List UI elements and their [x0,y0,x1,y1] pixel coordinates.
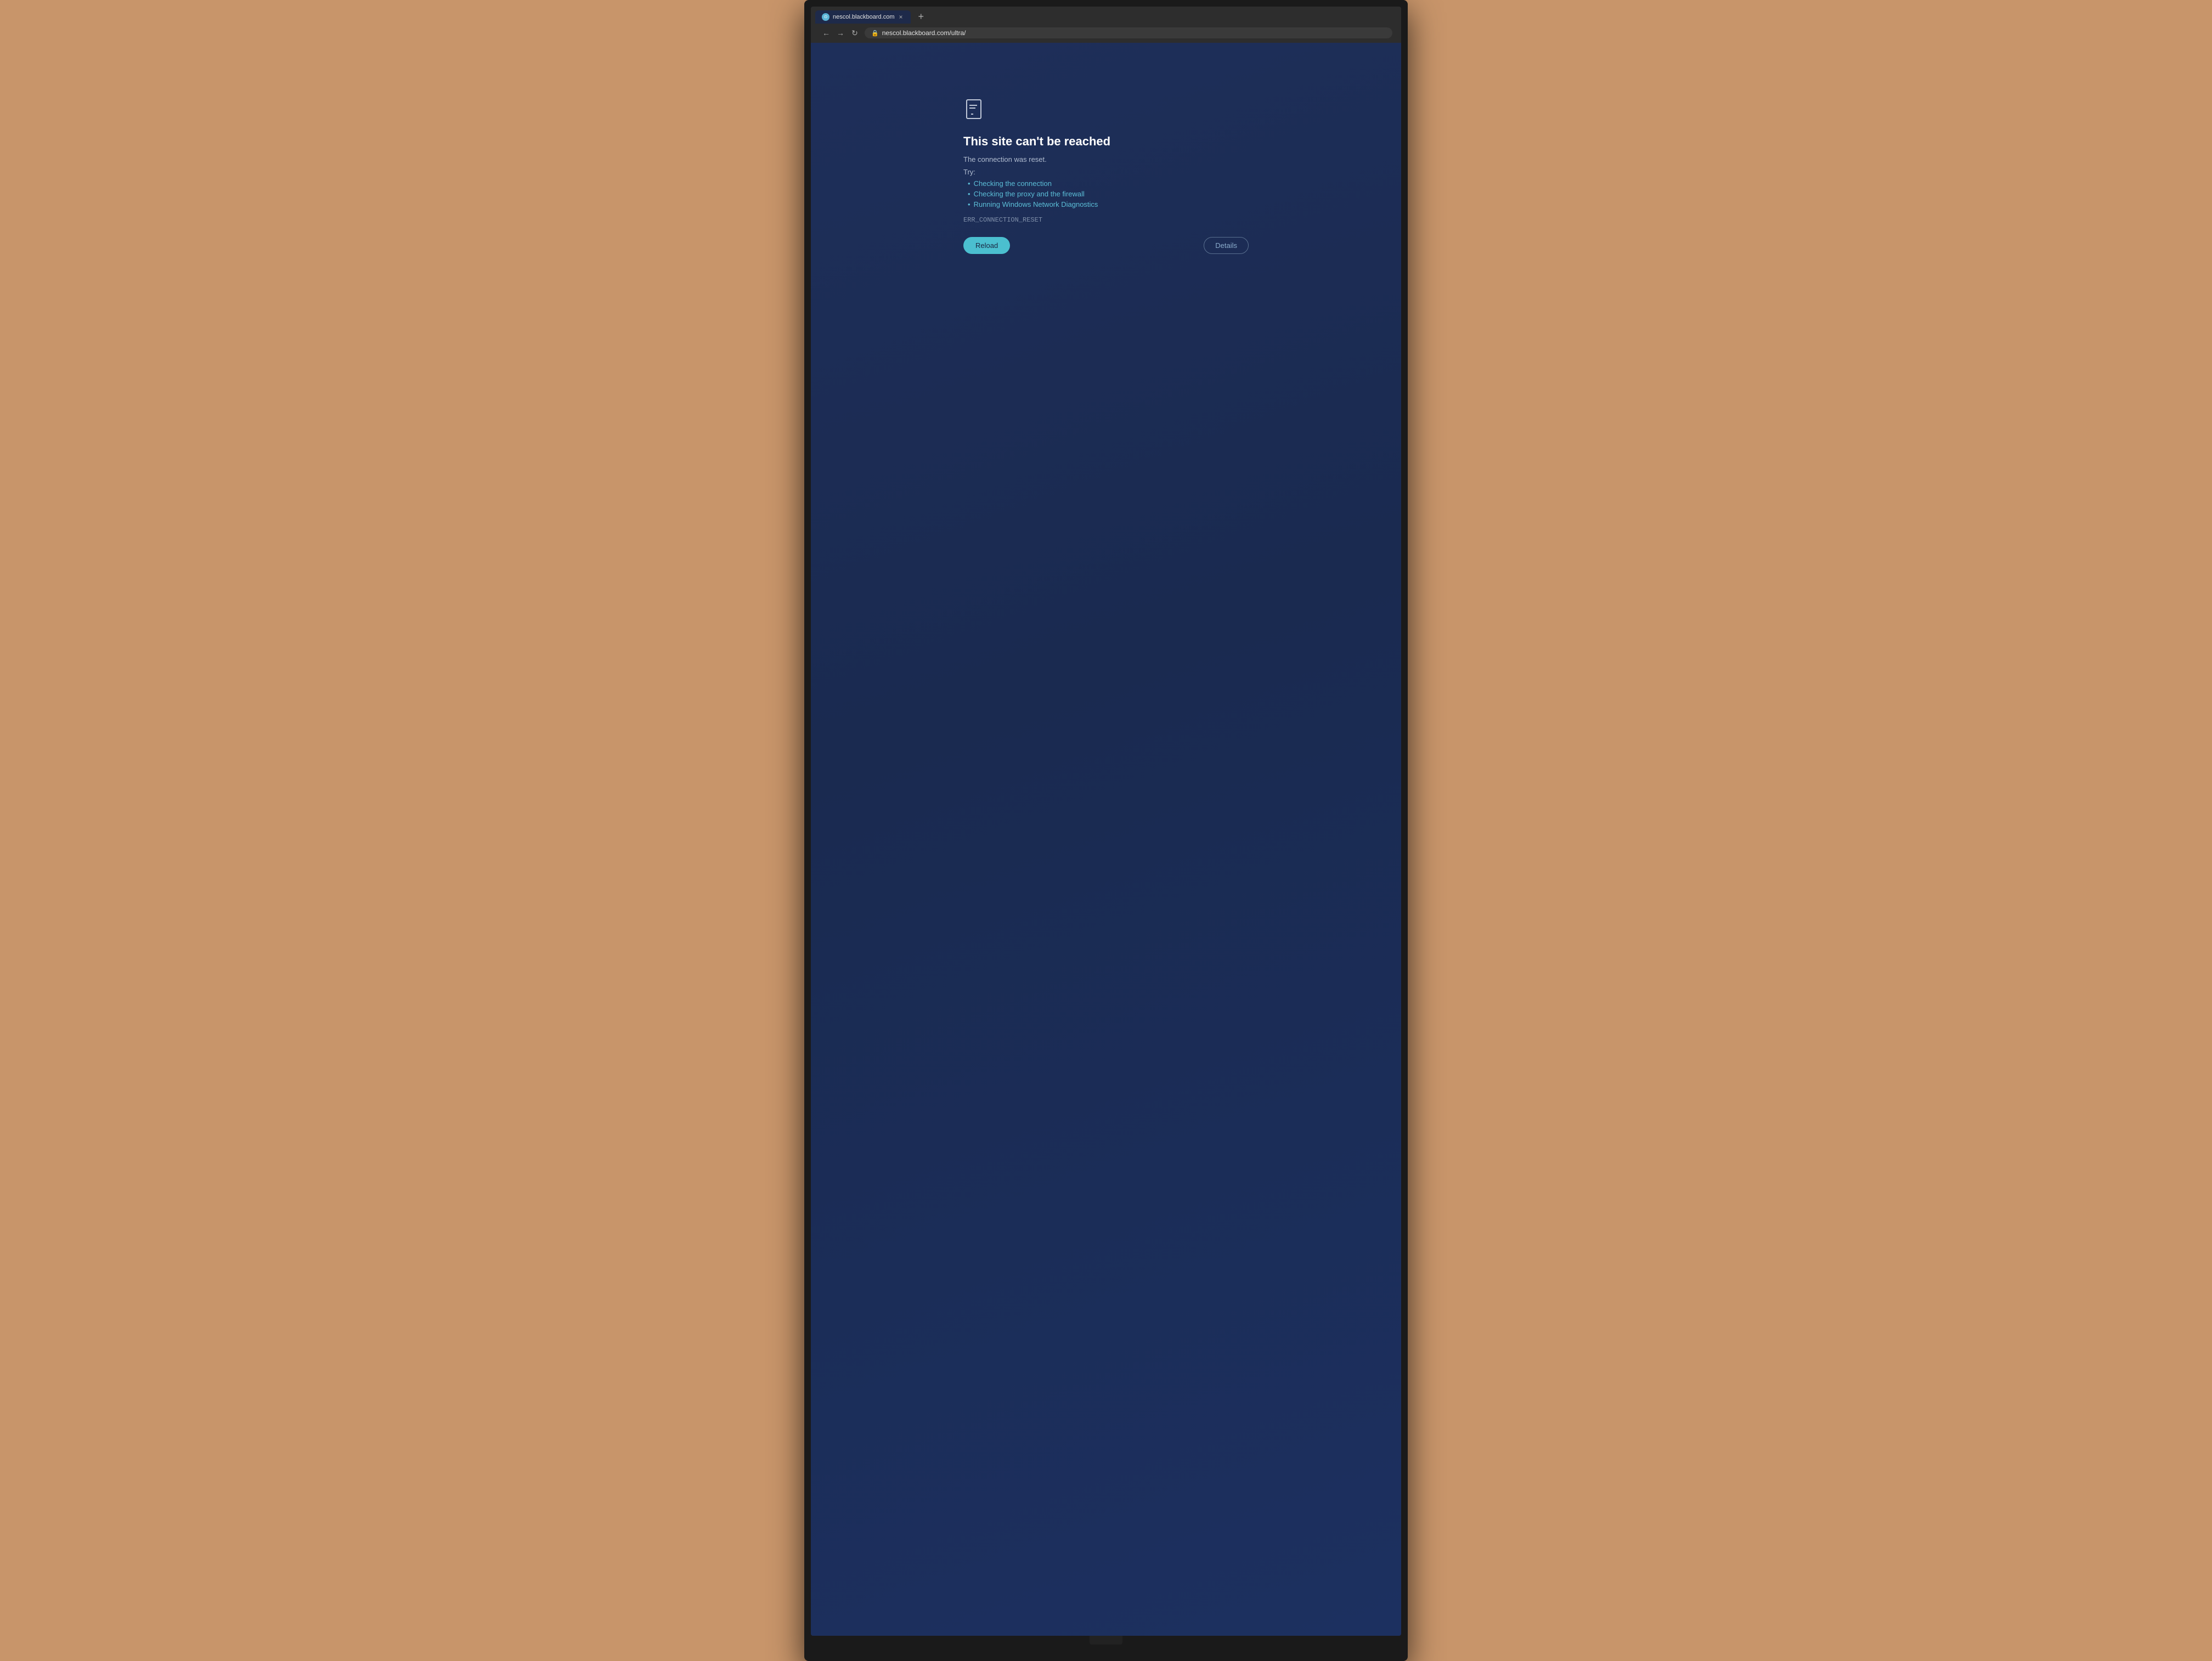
tab-bar: ⊙ nescol.blackboard.com × + [815,10,1397,24]
suggestion-1-text: Checking the connection [974,179,1052,188]
address-bar[interactable]: 🔒 nescol.blackboard.com/ultra/ [865,27,1392,38]
monitor-stand [1090,1636,1122,1645]
reload-button[interactable]: Reload [963,237,1010,254]
suggestion-1[interactable]: Checking the connection [968,179,1249,188]
monitor: ⊙ nescol.blackboard.com × + ← → ↻ 🔒 nesc… [804,0,1408,1661]
back-button[interactable]: ← [820,26,833,39]
address-bar-row: ← → ↻ 🔒 nescol.blackboard.com/ultra/ [815,24,1397,43]
forward-button[interactable]: → [834,26,847,39]
new-tab-button[interactable]: + [915,10,928,24]
error-suggestions-list: Checking the connection Checking the pro… [963,179,1249,208]
favicon-icon: ⊙ [824,14,828,19]
suggestion-3-text: Running Windows Network Diagnostics [974,200,1098,208]
url-text: nescol.blackboard.com/ultra/ [882,29,1386,37]
suggestion-2-text: Checking the proxy and the firewall [974,190,1085,198]
reload-button-nav[interactable]: ↻ [848,26,861,39]
error-icon [963,98,1249,123]
nav-arrows: ← → ↻ [820,26,861,39]
tab-close-button[interactable]: × [898,14,904,20]
error-page: This site can't be reached The connectio… [811,43,1401,1636]
details-button[interactable]: Details [1204,237,1249,254]
error-content: This site can't be reached The connectio… [963,76,1249,254]
active-tab[interactable]: ⊙ nescol.blackboard.com × [815,10,911,24]
error-code: ERR_CONNECTION_RESET [963,216,1249,224]
monitor-screen: ⊙ nescol.blackboard.com × + ← → ↻ 🔒 nesc… [811,7,1401,1636]
button-row: Reload Details [963,237,1249,254]
lock-icon: 🔒 [871,30,879,37]
browser-chrome: ⊙ nescol.blackboard.com × + ← → ↻ 🔒 nesc… [811,7,1401,43]
tab-favicon: ⊙ [822,13,830,21]
disconnected-page-icon [963,98,986,121]
error-subtitle: The connection was reset. [963,155,1249,163]
suggestion-2[interactable]: Checking the proxy and the firewall [968,190,1249,198]
tab-title: nescol.blackboard.com [833,14,895,20]
suggestion-3[interactable]: Running Windows Network Diagnostics [968,200,1249,208]
error-try-label: Try: [963,168,1249,176]
error-title: This site can't be reached [963,134,1249,149]
tab-group: ⊙ nescol.blackboard.com × [815,10,911,24]
